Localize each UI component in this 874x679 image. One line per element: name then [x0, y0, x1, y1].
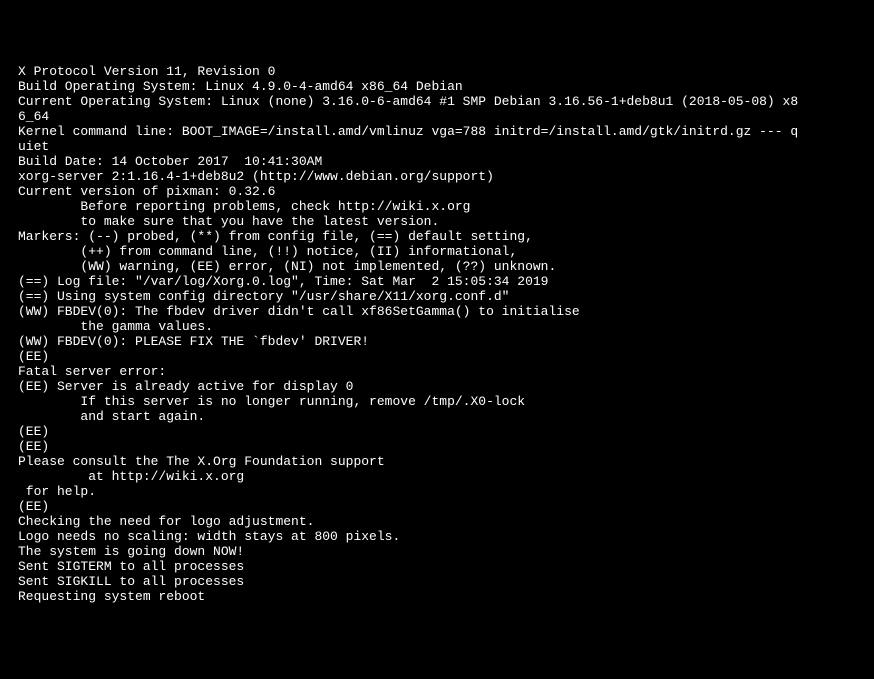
terminal-line: (EE) Server is already active for displa… — [18, 379, 874, 394]
terminal-line: (==) Using system config directory "/usr… — [18, 289, 874, 304]
terminal-line: uiet — [18, 139, 874, 154]
terminal-line: Sent SIGTERM to all processes — [18, 559, 874, 574]
terminal-line: for help. — [18, 484, 874, 499]
terminal-line: (EE) — [18, 349, 874, 364]
terminal-line: (WW) FBDEV(0): PLEASE FIX THE `fbdev' DR… — [18, 334, 874, 349]
terminal-line: (EE) — [18, 424, 874, 439]
terminal-line: Build Operating System: Linux 4.9.0-4-am… — [18, 79, 874, 94]
terminal-line: Fatal server error: — [18, 364, 874, 379]
terminal-line: at http://wiki.x.org — [18, 469, 874, 484]
terminal-line: (EE) — [18, 499, 874, 514]
terminal-line: The system is going down NOW! — [18, 544, 874, 559]
terminal-line: (==) Log file: "/var/log/Xorg.0.log", Ti… — [18, 274, 874, 289]
terminal-line: Markers: (--) probed, (**) from config f… — [18, 229, 874, 244]
terminal-line: (WW) warning, (EE) error, (NI) not imple… — [18, 259, 874, 274]
terminal-line: X Protocol Version 11, Revision 0 — [18, 64, 874, 79]
terminal-line: Please consult the The X.Org Foundation … — [18, 454, 874, 469]
terminal-line: Logo needs no scaling: width stays at 80… — [18, 529, 874, 544]
terminal-line: Current Operating System: Linux (none) 3… — [18, 94, 874, 109]
terminal-line: Build Date: 14 October 2017 10:41:30AM — [18, 154, 874, 169]
terminal-line: Current version of pixman: 0.32.6 — [18, 184, 874, 199]
terminal-line: Requesting system reboot — [18, 589, 874, 604]
terminal-line: Checking the need for logo adjustment. — [18, 514, 874, 529]
terminal-output: X Protocol Version 11, Revision 0Build O… — [18, 64, 874, 604]
terminal-line: (WW) FBDEV(0): The fbdev driver didn't c… — [18, 304, 874, 319]
terminal-line: xorg-server 2:1.16.4-1+deb8u2 (http://ww… — [18, 169, 874, 184]
terminal-line: (++) from command line, (!!) notice, (II… — [18, 244, 874, 259]
terminal-line: Kernel command line: BOOT_IMAGE=/install… — [18, 124, 874, 139]
terminal-line: to make sure that you have the latest ve… — [18, 214, 874, 229]
terminal-line: Sent SIGKILL to all processes — [18, 574, 874, 589]
terminal-line: (EE) — [18, 439, 874, 454]
terminal-line: and start again. — [18, 409, 874, 424]
terminal-line: Before reporting problems, check http://… — [18, 199, 874, 214]
terminal-line: 6_64 — [18, 109, 874, 124]
terminal-line: the gamma values. — [18, 319, 874, 334]
terminal-line: If this server is no longer running, rem… — [18, 394, 874, 409]
